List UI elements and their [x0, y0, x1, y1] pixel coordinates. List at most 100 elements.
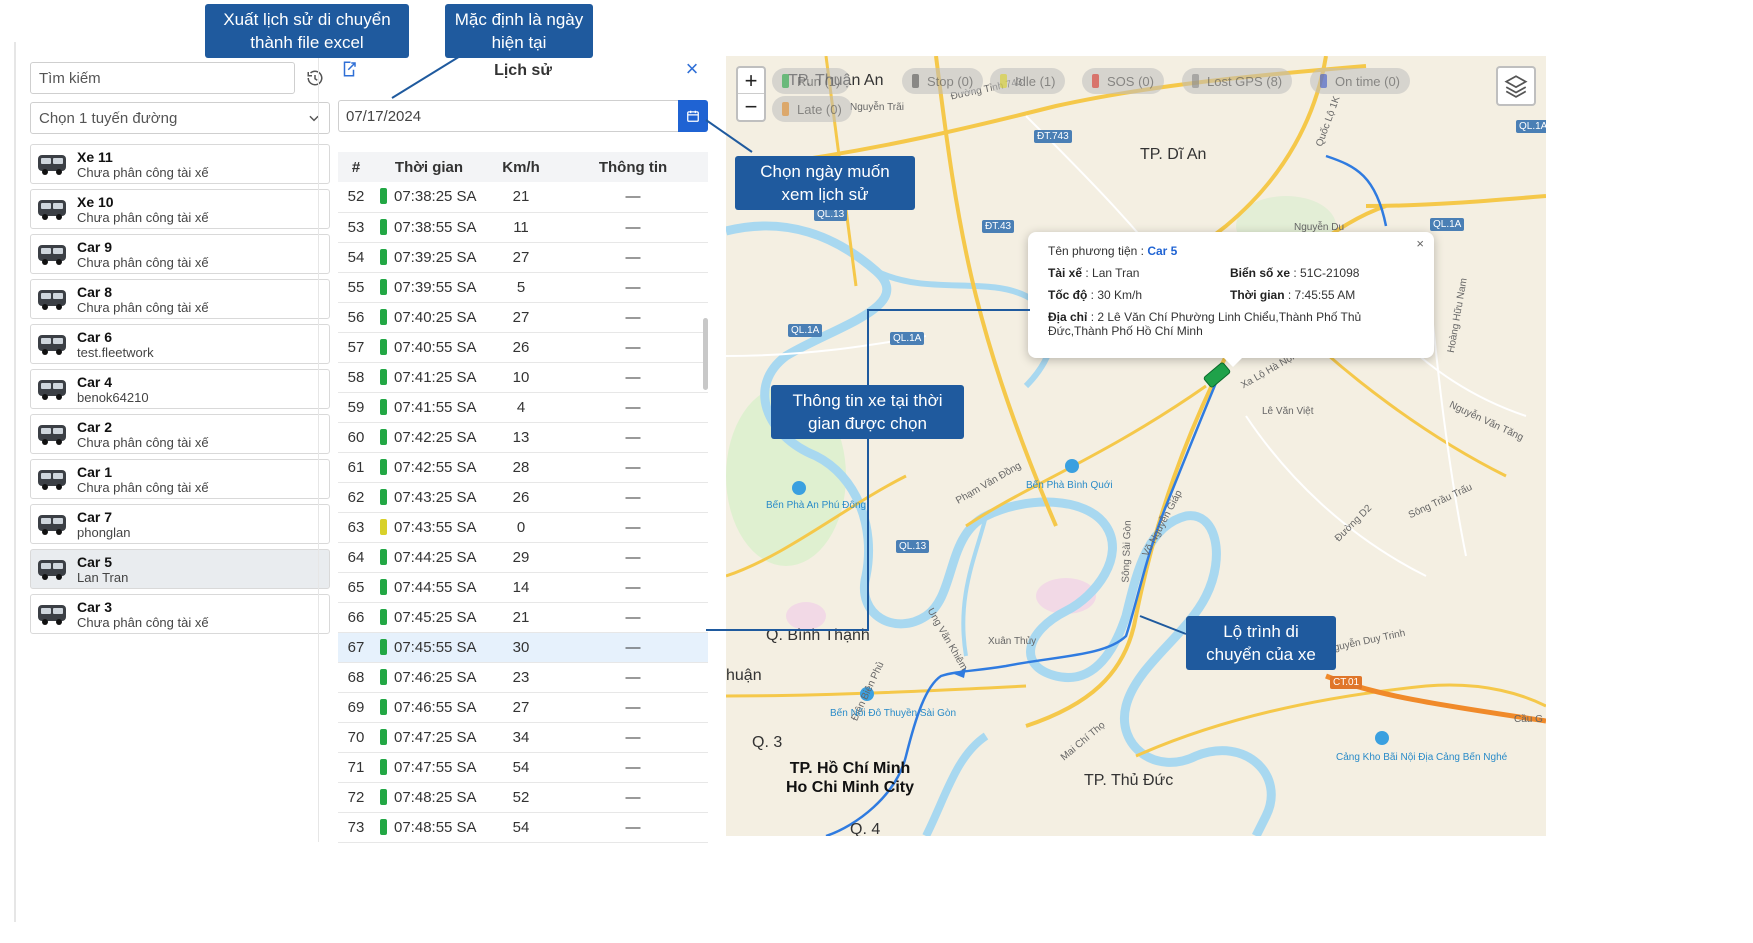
row-time-cell: 07:42:25 SA: [374, 422, 484, 453]
road-label: ĐT.43: [982, 220, 1015, 233]
history-row[interactable]: 52 07:38:25 SA 21—: [338, 182, 708, 213]
zoom-in-button[interactable]: +: [738, 68, 764, 94]
close-history-button[interactable]: ×: [680, 58, 704, 82]
row-time-cell: 07:40:55 SA: [374, 332, 484, 363]
popup-plate-value: 51C-21098: [1300, 266, 1360, 280]
status-chip[interactable]: Stop (0): [902, 68, 984, 94]
popup-tip: [1224, 358, 1242, 367]
vehicle-item[interactable]: Car 9 Chưa phân công tài xế: [30, 234, 330, 274]
battery-status-icon: [380, 668, 387, 685]
vehicle-item[interactable]: Car 8 Chưa phân công tài xế: [30, 279, 330, 319]
row-speed: 4: [484, 392, 558, 423]
place-hcm-vi: TP. Hồ Chí Minh: [789, 760, 911, 777]
status-chip[interactable]: Lost GPS (8): [1182, 68, 1293, 94]
row-time: 07:44:55 SA: [394, 578, 477, 596]
history-row[interactable]: 68 07:46:25 SA 23—: [338, 662, 708, 693]
history-row[interactable]: 58 07:41:25 SA 10—: [338, 362, 708, 393]
history-row[interactable]: 69 07:46:55 SA 27—: [338, 692, 708, 723]
status-chip[interactable]: On time (0): [1310, 68, 1411, 94]
status-chip[interactable]: SOS (0): [1082, 68, 1164, 94]
status-chip[interactable]: Idle (1): [990, 68, 1066, 94]
status-chip[interactable]: Late (0): [772, 96, 852, 122]
vehicle-item[interactable]: Car 5 Lan Tran: [30, 549, 330, 589]
vehicle-icon: [35, 239, 69, 269]
row-info: —: [558, 272, 708, 303]
vehicle-icon: [35, 599, 69, 629]
callout-route: Lộ trình di chuyển của xe: [1186, 616, 1336, 670]
history-row[interactable]: 71 07:47:55 SA 54—: [338, 752, 708, 783]
history-row[interactable]: 63 07:43:55 SA 0—: [338, 512, 708, 543]
vehicle-item[interactable]: Car 1 Chưa phân công tài xế: [30, 459, 330, 499]
row-info: —: [558, 362, 708, 393]
history-row[interactable]: 56 07:40:25 SA 27—: [338, 302, 708, 333]
vehicle-item[interactable]: Car 4 benok64210: [30, 369, 330, 409]
history-row[interactable]: 59 07:41:55 SA 4—: [338, 392, 708, 423]
layers-button[interactable]: [1496, 66, 1536, 106]
road-label: CT.01: [1330, 676, 1363, 689]
history-row[interactable]: 70 07:47:25 SA 34—: [338, 722, 708, 753]
road-label: QL.1A: [890, 332, 925, 345]
popup-driver-label: Tài xế: [1048, 266, 1083, 280]
history-row[interactable]: 65 07:44:55 SA 14—: [338, 572, 708, 603]
route-select[interactable]: Chọn 1 tuyến đường: [30, 102, 330, 134]
history-row[interactable]: 54 07:39:25 SA 27—: [338, 242, 708, 273]
vehicle-item[interactable]: Car 2 Chưa phân công tài xế: [30, 414, 330, 454]
vehicle-text: Car 2 Chưa phân công tài xế: [77, 419, 209, 450]
history-row[interactable]: 60 07:42:25 SA 13—: [338, 422, 708, 453]
row-time: 07:42:25 SA: [394, 428, 477, 446]
row-time-cell: 07:41:55 SA: [374, 392, 484, 423]
history-row[interactable]: 53 07:38:55 SA 11—: [338, 212, 708, 243]
vehicle-driver: Chưa phân công tài xế: [77, 434, 209, 450]
row-time-cell: 07:40:25 SA: [374, 302, 484, 333]
row-index: 55: [338, 272, 374, 303]
vehicle-text: Xe 11 Chưa phân công tài xế: [77, 149, 209, 180]
row-time-cell: 07:46:55 SA: [374, 692, 484, 723]
panel-divider: [318, 42, 319, 842]
vehicle-driver: Chưa phân công tài xế: [77, 479, 209, 495]
history-row[interactable]: 55 07:39:55 SA 5—: [338, 272, 708, 303]
reset-history-button[interactable]: [301, 64, 329, 92]
history-row[interactable]: 61 07:42:55 SA 28—: [338, 452, 708, 483]
history-icon: [307, 70, 323, 86]
zoom-control: + −: [736, 66, 766, 122]
status-chip-label: Stop (0): [927, 73, 974, 89]
export-excel-button[interactable]: [340, 60, 362, 82]
place-hcm: TP. Hồ Chí Minh Ho Chi Minh City: [786, 759, 914, 797]
history-row[interactable]: 62 07:43:25 SA 26—: [338, 482, 708, 513]
date-input[interactable]: [338, 100, 679, 132]
history-row[interactable]: 67 07:45:55 SA 30—: [338, 632, 708, 663]
row-speed: 21: [484, 182, 558, 213]
zoom-out-button[interactable]: −: [738, 94, 764, 120]
vehicle-icon: [35, 419, 69, 449]
row-speed: 5: [484, 272, 558, 303]
vehicle-item[interactable]: Car 3 Chưa phân công tài xế: [30, 594, 330, 634]
row-time-cell: 07:43:25 SA: [374, 482, 484, 513]
row-info: —: [558, 242, 708, 273]
vehicle-item[interactable]: Xe 10 Chưa phân công tài xế: [30, 189, 330, 229]
battery-status-icon: [380, 458, 387, 475]
row-info: —: [558, 692, 708, 723]
row-speed: 27: [484, 692, 558, 723]
row-speed: 26: [484, 332, 558, 363]
status-chip[interactable]: Run (1): [772, 68, 851, 94]
history-row[interactable]: 64 07:44:25 SA 29—: [338, 542, 708, 573]
row-info: —: [558, 182, 708, 213]
vehicle-item[interactable]: Car 6 test.fleetwork: [30, 324, 330, 364]
row-time-cell: 07:38:55 SA: [374, 212, 484, 243]
vehicle-item[interactable]: Car 7 phonglan: [30, 504, 330, 544]
history-scrollbar[interactable]: [703, 318, 708, 390]
history-row[interactable]: 72 07:48:25 SA 52—: [338, 782, 708, 813]
row-time-cell: 07:48:55 SA: [374, 812, 484, 843]
row-time-cell: 07:38:25 SA: [374, 182, 484, 213]
battery-status-icon: [380, 338, 387, 355]
history-row[interactable]: 57 07:40:55 SA 26—: [338, 332, 708, 363]
vehicle-icon: [35, 509, 69, 539]
battery-status-icon: [380, 818, 387, 835]
date-picker-button[interactable]: [678, 100, 708, 132]
row-speed: 27: [484, 302, 558, 333]
history-row[interactable]: 66 07:45:25 SA 21—: [338, 602, 708, 633]
history-row[interactable]: 73 07:48:55 SA 54—: [338, 812, 708, 843]
search-input[interactable]: [30, 62, 295, 94]
popup-close-button[interactable]: ×: [1416, 236, 1424, 251]
vehicle-item[interactable]: Xe 11 Chưa phân công tài xế: [30, 144, 330, 184]
